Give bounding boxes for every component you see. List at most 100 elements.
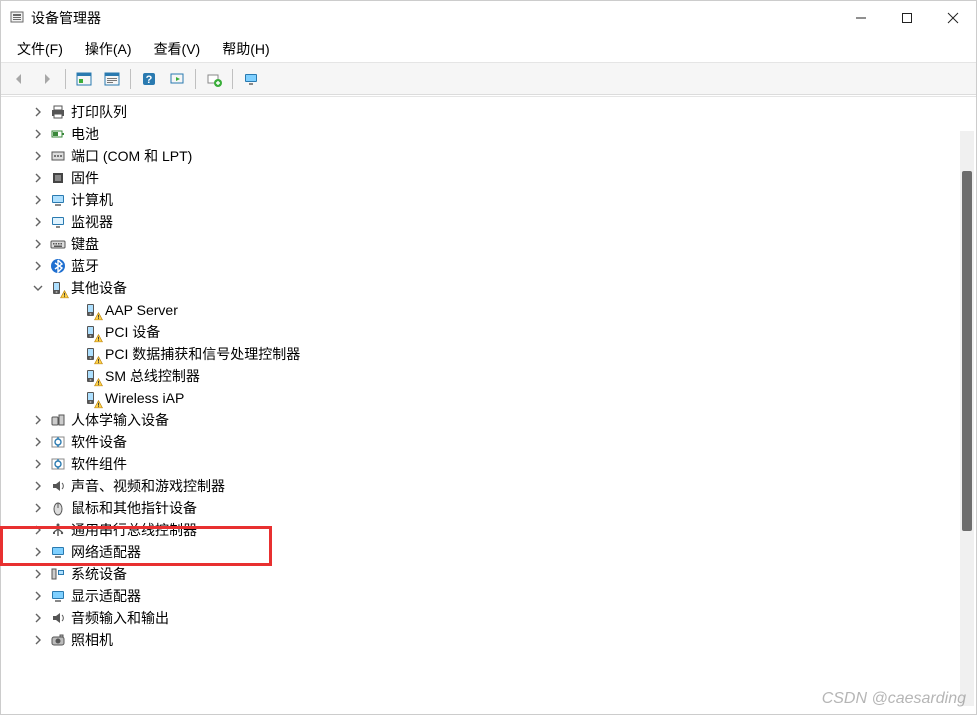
tree-item[interactable]: 键盘 (13, 233, 976, 255)
bluetooth-icon (49, 257, 67, 275)
camera-icon (49, 631, 67, 649)
chevron-right-icon[interactable] (31, 413, 45, 427)
chevron-right-icon[interactable] (31, 567, 45, 581)
tree-item-label: 鼠标和其他指针设备 (71, 497, 203, 519)
tree-item-label: 端口 (COM 和 LPT) (71, 145, 198, 167)
tree-item-label: 照相机 (71, 629, 119, 651)
chevron-right-icon[interactable] (31, 171, 45, 185)
tree-item[interactable]: 监视器 (13, 211, 976, 233)
tree-item-label: Wireless iAP (105, 387, 190, 409)
tree-item[interactable]: 网络适配器 (13, 541, 976, 563)
tree-item-label: 监视器 (71, 211, 119, 233)
printer-icon (49, 103, 67, 121)
tree-item[interactable]: 计算机 (13, 189, 976, 211)
chevron-right-icon[interactable] (31, 523, 45, 537)
chevron-right-icon[interactable] (31, 589, 45, 603)
chevron-right-icon[interactable] (31, 545, 45, 559)
menu-view[interactable]: 查看(V) (144, 37, 211, 61)
tree-item-label: 电池 (71, 123, 105, 145)
usb-icon (49, 521, 67, 539)
tree-item[interactable]: 系统设备 (13, 563, 976, 585)
tree-item[interactable]: 音频输入和输出 (13, 607, 976, 629)
maximize-button[interactable] (884, 1, 930, 35)
tree-panel: 打印队列电池端口 (COM 和 LPT)固件计算机监视器键盘蓝牙其他设备AAP … (1, 96, 976, 708)
tree-item[interactable]: 电池 (13, 123, 976, 145)
window-title: 设备管理器 (31, 8, 101, 28)
toolbar-separator (195, 69, 196, 89)
tree-item[interactable]: PCI 设备 (13, 321, 976, 343)
chevron-right-icon[interactable] (31, 611, 45, 625)
other-icon (83, 367, 101, 385)
chevron-right-icon[interactable] (31, 127, 45, 141)
back-button[interactable] (7, 67, 31, 91)
tree-item[interactable]: 声音、视频和游戏控制器 (13, 475, 976, 497)
tree-item[interactable]: 打印队列 (13, 101, 976, 123)
sound-icon (49, 477, 67, 495)
chevron-right-icon[interactable] (31, 149, 45, 163)
hid-icon (49, 411, 67, 429)
mouse-icon (49, 499, 67, 517)
tree-item[interactable]: Wireless iAP (13, 387, 976, 409)
tree-item[interactable]: 端口 (COM 和 LPT) (13, 145, 976, 167)
help-button[interactable]: ? (137, 67, 161, 91)
software-icon (49, 455, 67, 473)
tree-item[interactable]: 固件 (13, 167, 976, 189)
scrollbar-thumb[interactable] (962, 171, 972, 531)
system-icon (49, 565, 67, 583)
tree-item[interactable]: SM 总线控制器 (13, 365, 976, 387)
tree-item-label: 固件 (71, 167, 105, 189)
menu-help[interactable]: 帮助(H) (212, 37, 279, 61)
minimize-button[interactable] (838, 1, 884, 35)
chevron-right-icon[interactable] (31, 259, 45, 273)
menu-bar: 文件(F) 操作(A) 查看(V) 帮助(H) (1, 35, 976, 63)
other-icon (83, 389, 101, 407)
device-monitor-button[interactable] (239, 67, 263, 91)
tree-item[interactable]: 显示适配器 (13, 585, 976, 607)
chevron-right-icon[interactable] (31, 237, 45, 251)
software-icon (49, 433, 67, 451)
chevron-right-icon[interactable] (31, 457, 45, 471)
tree-item-label: PCI 设备 (105, 321, 166, 343)
menu-action[interactable]: 操作(A) (75, 37, 142, 61)
toolbar: ? (1, 63, 976, 95)
tree-item[interactable]: 照相机 (13, 629, 976, 651)
close-button[interactable] (930, 1, 976, 35)
tree-item[interactable]: 其他设备 (13, 277, 976, 299)
chevron-right-icon[interactable] (31, 479, 45, 493)
tree-item[interactable]: 软件设备 (13, 431, 976, 453)
scrollbar[interactable] (960, 131, 974, 706)
tree-item[interactable]: AAP Server (13, 299, 976, 321)
tree-item-label: 键盘 (71, 233, 105, 255)
tree-item-label: 软件组件 (71, 453, 133, 475)
tree-item[interactable]: 蓝牙 (13, 255, 976, 277)
device-tree[interactable]: 打印队列电池端口 (COM 和 LPT)固件计算机监视器键盘蓝牙其他设备AAP … (13, 101, 976, 651)
tree-item-label: 软件设备 (71, 431, 133, 453)
chevron-right-icon[interactable] (31, 435, 45, 449)
chevron-down-icon[interactable] (31, 281, 45, 295)
tree-item-label: 计算机 (71, 189, 119, 211)
properties-button[interactable] (100, 67, 124, 91)
chevron-right-icon[interactable] (31, 215, 45, 229)
show-hide-tree-button[interactable] (72, 67, 96, 91)
chevron-right-icon[interactable] (31, 193, 45, 207)
tree-item[interactable]: 通用串行总线控制器 (13, 519, 976, 541)
other-icon (83, 345, 101, 363)
chevron-right-icon[interactable] (31, 105, 45, 119)
tree-item-label: 网络适配器 (71, 541, 147, 563)
title-bar: 设备管理器 (1, 1, 976, 35)
tree-item[interactable]: 人体学输入设备 (13, 409, 976, 431)
firmware-icon (49, 169, 67, 187)
tree-item[interactable]: PCI 数据捕获和信号处理控制器 (13, 343, 976, 365)
forward-button[interactable] (35, 67, 59, 91)
tree-item-label: 通用串行总线控制器 (71, 519, 203, 541)
scan-hardware-button[interactable] (165, 67, 189, 91)
chevron-right-icon[interactable] (31, 633, 45, 647)
update-driver-button[interactable] (202, 67, 226, 91)
computer-icon (49, 191, 67, 209)
menu-file[interactable]: 文件(F) (7, 37, 73, 61)
chevron-right-icon[interactable] (31, 501, 45, 515)
tree-item[interactable]: 软件组件 (13, 453, 976, 475)
monitor-icon (49, 213, 67, 231)
tree-item[interactable]: 鼠标和其他指针设备 (13, 497, 976, 519)
sound-icon (49, 609, 67, 627)
